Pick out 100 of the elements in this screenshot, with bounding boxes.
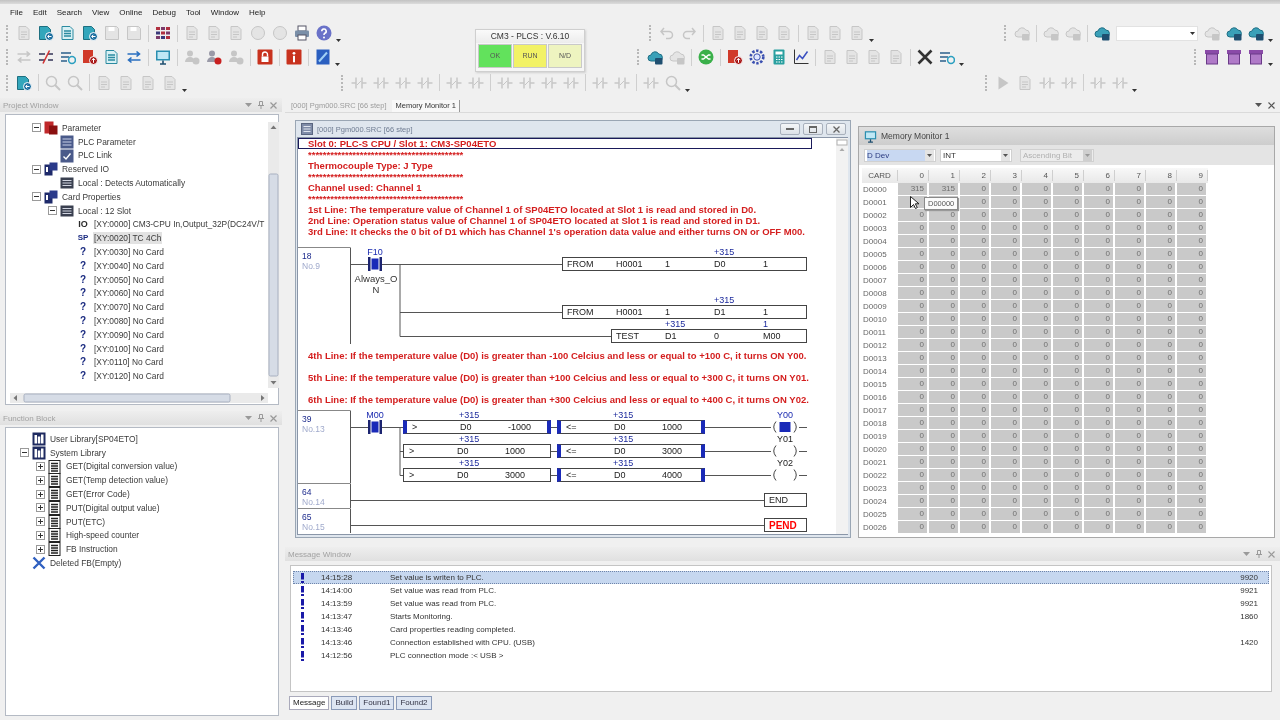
message-row[interactable]: 14:12:56 PLC connection mode :< USB > bbox=[293, 649, 1269, 662]
collapse-icon[interactable] bbox=[48, 206, 57, 216]
tab[interactable]: Build bbox=[331, 696, 358, 710]
list-document-icon[interactable] bbox=[60, 25, 76, 41]
lines-ring-icon[interactable] bbox=[60, 49, 76, 65]
collapse-icon[interactable] bbox=[32, 123, 41, 133]
vertical-scrollbar[interactable] bbox=[836, 138, 848, 534]
tree-item[interactable]: [XY:0120] No Card bbox=[93, 370, 165, 383]
pin-icon[interactable] bbox=[258, 101, 264, 109]
tree-item[interactable]: System Library bbox=[49, 446, 107, 459]
tree-item[interactable]: PLC Link bbox=[77, 149, 113, 162]
menu-item[interactable]: View bbox=[87, 6, 115, 19]
minimize-button[interactable] bbox=[780, 123, 800, 135]
lock-icon[interactable] bbox=[257, 49, 273, 65]
tab[interactable]: Found2 bbox=[396, 696, 432, 710]
message-row[interactable]: 14:13:46 Card properties reading completed. bbox=[293, 623, 1269, 636]
dropdown-arrow-icon[interactable] bbox=[959, 63, 964, 66]
message-row[interactable]: 14:14:00 Set value was read from PLC. 9921 bbox=[293, 584, 1269, 597]
close-button[interactable] bbox=[826, 123, 846, 135]
archive-icon[interactable] bbox=[1226, 49, 1242, 65]
expand-icon[interactable] bbox=[36, 462, 45, 471]
archive-icon[interactable] bbox=[1204, 49, 1220, 65]
dropdown-arrow-icon[interactable] bbox=[336, 39, 341, 42]
collapse-icon[interactable] bbox=[32, 164, 41, 174]
tree-item[interactable]: PUT(Digital output value) bbox=[65, 501, 161, 514]
archive-icon[interactable] bbox=[1248, 49, 1264, 65]
collapse-icon[interactable] bbox=[20, 448, 29, 458]
dropdown-arrow-icon[interactable] bbox=[335, 63, 340, 66]
line-chart-icon[interactable] bbox=[793, 49, 809, 65]
list-document-icon[interactable] bbox=[104, 49, 120, 65]
tree-item[interactable]: [XY:0070] No Card bbox=[93, 301, 165, 314]
dropdown-arrow-icon[interactable] bbox=[869, 39, 874, 42]
horizontal-scrollbar[interactable] bbox=[10, 393, 268, 403]
tree-item[interactable]: PUT(ETC) bbox=[65, 515, 107, 528]
tree-item[interactable]: [XY:0000] CM3-CPU In,Output_32P(DC24V/T bbox=[93, 218, 266, 231]
document-arrow-icon[interactable] bbox=[82, 25, 98, 41]
message-row[interactable]: 14:15:28 Set value is writen to PLC. 9920 bbox=[293, 571, 1269, 584]
tree-item[interactable]: [XY:0020] TC 4Ch bbox=[93, 232, 163, 245]
tree-item[interactable]: High-speed counter bbox=[65, 529, 141, 542]
tree-item[interactable]: FB Instruction bbox=[65, 543, 119, 556]
shuffle-icon[interactable] bbox=[698, 49, 714, 65]
menu-item[interactable]: Window bbox=[205, 6, 245, 19]
menu-item[interactable]: Search bbox=[51, 6, 88, 19]
info-icon[interactable] bbox=[286, 49, 302, 65]
vertical-scrollbar[interactable] bbox=[268, 122, 279, 388]
cloud-icon[interactable] bbox=[1248, 25, 1264, 41]
dropdown-arrow-icon[interactable] bbox=[1132, 88, 1137, 92]
tree-item[interactable]: [XY:0080] No Card bbox=[93, 315, 165, 328]
tree-item[interactable]: Parameter bbox=[61, 121, 103, 134]
menu-item[interactable]: Edit bbox=[27, 6, 52, 19]
printer-icon[interactable] bbox=[294, 25, 310, 41]
crossed-tools-icon[interactable] bbox=[917, 49, 933, 65]
dropdown-arrow-icon[interactable] bbox=[182, 88, 187, 92]
expand-icon[interactable] bbox=[36, 544, 45, 554]
dropdown-arrow-icon[interactable] bbox=[685, 88, 690, 92]
slash-tile-icon[interactable] bbox=[315, 49, 331, 65]
expand-icon[interactable] bbox=[36, 475, 45, 485]
tree-item[interactable]: GET(Digital conversion value) bbox=[65, 460, 179, 473]
tab[interactable]: Message bbox=[289, 696, 330, 710]
tree-item[interactable]: [XY:0110] No Card bbox=[93, 356, 165, 369]
document-arrow-icon[interactable] bbox=[16, 74, 32, 91]
message-row[interactable]: 14:13:46 Connection established with CPU. (USB) 1420 bbox=[293, 636, 1269, 649]
tree-item[interactable]: [XY:0050] No Card bbox=[93, 273, 165, 286]
expand-icon[interactable] bbox=[36, 517, 45, 527]
menu-item[interactable]: Debug bbox=[147, 6, 181, 19]
device-dropdown[interactable]: D Dev bbox=[864, 148, 936, 162]
tree-item[interactable]: User Library[SP04ETO] bbox=[49, 432, 139, 445]
menu-item[interactable]: Online bbox=[114, 6, 148, 19]
tree-item[interactable]: Card Properties bbox=[61, 190, 122, 203]
help-icon[interactable] bbox=[316, 25, 332, 41]
upload-document-icon[interactable] bbox=[727, 49, 743, 65]
close-icon[interactable] bbox=[1268, 101, 1275, 109]
menu-item[interactable]: Help bbox=[244, 6, 271, 19]
dropdown-arrow-icon[interactable] bbox=[1268, 63, 1273, 66]
dropdown-arrow-icon[interactable] bbox=[1190, 31, 1195, 35]
monitor-icon[interactable] bbox=[155, 49, 171, 65]
tree-item[interactable]: [XY:0030] No Card bbox=[93, 246, 165, 259]
tree-item[interactable]: [XY:0060] No Card bbox=[93, 287, 165, 300]
cloud-icon[interactable] bbox=[1226, 25, 1242, 41]
pin-icon[interactable] bbox=[1256, 550, 1262, 558]
tree-item[interactable]: Local : 12 Slot bbox=[77, 204, 133, 217]
tree-item[interactable]: [XY:0100] No Card bbox=[93, 342, 165, 355]
broken-link-icon[interactable] bbox=[38, 49, 54, 65]
tree-item[interactable]: Reserved IO bbox=[61, 163, 110, 176]
type-dropdown[interactable]: INT bbox=[940, 148, 1012, 162]
expand-icon[interactable] bbox=[36, 489, 45, 499]
cloud-icon[interactable] bbox=[647, 49, 663, 65]
message-row[interactable]: 14:13:59 Set value was read from PLC. 9921 bbox=[293, 597, 1269, 610]
dropdown-arrow-icon[interactable] bbox=[1268, 39, 1273, 42]
message-row[interactable]: 14:13:47 Starts Monitoring. 1860 bbox=[293, 610, 1269, 623]
menu-item[interactable]: File bbox=[5, 6, 28, 19]
collapse-icon[interactable] bbox=[32, 192, 41, 202]
tree-item[interactable]: GET(Temp detection value) bbox=[65, 474, 169, 487]
swap-arrows-icon[interactable] bbox=[126, 49, 142, 65]
expand-icon[interactable] bbox=[36, 530, 45, 540]
document-arrow-icon[interactable] bbox=[38, 25, 54, 41]
pin-icon[interactable] bbox=[258, 414, 264, 422]
tree-item[interactable]: [XY:0040] No Card bbox=[93, 259, 165, 272]
upload-document-icon[interactable] bbox=[82, 49, 98, 65]
tree-item[interactable]: [XY:0090] No Card bbox=[93, 328, 165, 341]
